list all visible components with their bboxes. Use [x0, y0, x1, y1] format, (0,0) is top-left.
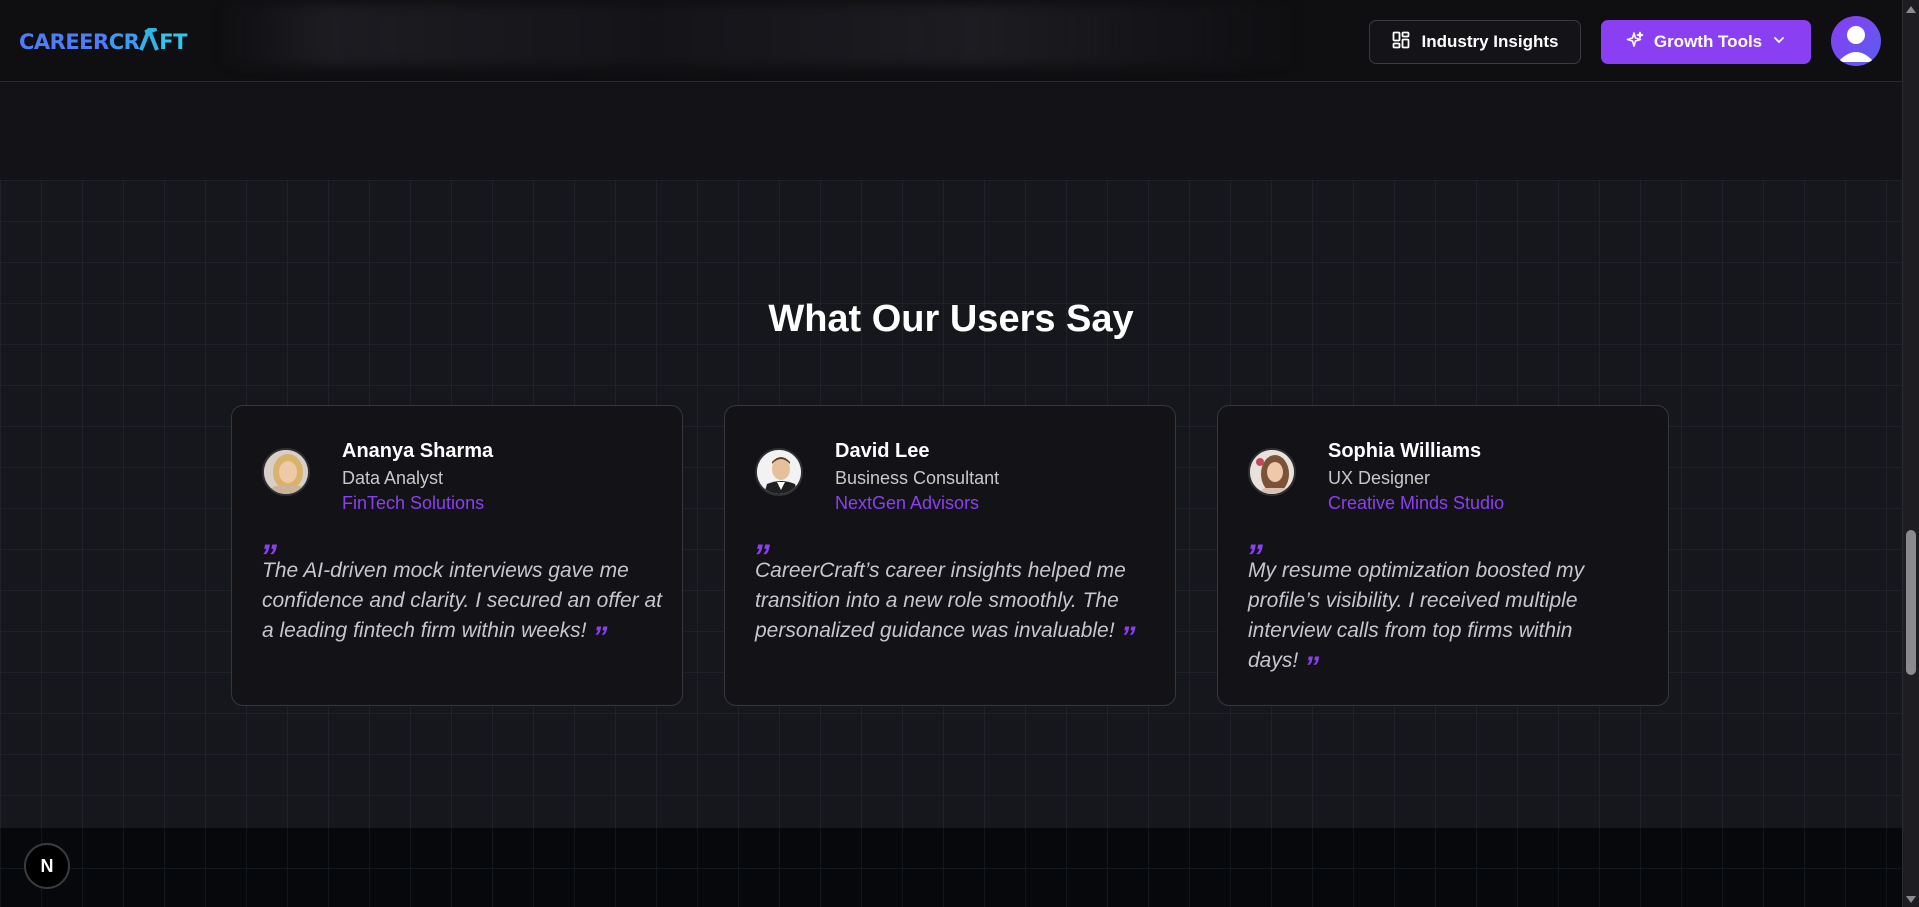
- user-photo: [755, 448, 803, 496]
- user-name: Ananya Sharma: [342, 440, 494, 462]
- sparkles-icon: [1626, 31, 1644, 54]
- user-role: UX Designer: [1328, 468, 1431, 488]
- dev-tools-badge-label: N: [40, 855, 54, 876]
- close-quote-icon: ”: [1120, 621, 1136, 654]
- dashboard-grid-icon: [1392, 31, 1410, 54]
- close-quote-icon: ”: [592, 621, 608, 654]
- dev-tools-badge[interactable]: N: [24, 843, 70, 889]
- user-role: Business Consultant: [835, 468, 1000, 488]
- logo-text-career: CAREER: [19, 30, 109, 54]
- growth-tools-label: Growth Tools: [1653, 32, 1763, 51]
- testimonial-card: David Lee Business Consultant NextGen Ad…: [724, 405, 1176, 706]
- user-role: Data Analyst: [342, 468, 444, 488]
- page: What Our Users Say Ananya Sharma Data An…: [0, 0, 1919, 907]
- user-company: NextGen Advisors: [835, 493, 980, 513]
- page-scrollbar[interactable]: [1902, 0, 1919, 907]
- testimonial-card: Ananya Sharma Data Analyst FinTech Solut…: [231, 405, 683, 706]
- industry-insights-label: Industry Insights: [1421, 32, 1559, 51]
- user-company: FinTech Solutions: [342, 493, 485, 513]
- scroll-down-arrow-icon[interactable]: [1906, 896, 1916, 903]
- user-name: Sophia Williams: [1328, 440, 1482, 462]
- testimonial-quote: My resume optimization boosted my profil…: [1248, 556, 1648, 683]
- user-avatar-icon[interactable]: [1831, 16, 1881, 66]
- logo-text-cr: CR: [108, 30, 140, 54]
- header-backdrop: [220, 4, 1300, 66]
- industry-insights-button[interactable]: Industry Insights: [1369, 20, 1581, 64]
- brand-logo[interactable]: CAREER CR FT: [19, 22, 187, 62]
- user-company: Creative Minds Studio: [1328, 493, 1505, 513]
- testimonial-quote: CareerCraft’s career insights helped me …: [755, 556, 1155, 653]
- testimonial-card: Sophia Williams UX Designer Creative Min…: [1217, 405, 1669, 706]
- quote-body: My resume optimization boosted my profil…: [1248, 559, 1585, 672]
- user-photo: [1248, 448, 1296, 496]
- logo-text-ft: FT: [159, 30, 187, 54]
- user-name: David Lee: [835, 440, 930, 462]
- top-navbar: CAREER CR FT Industry Insights Growth To…: [0, 0, 1902, 82]
- user-photo: [262, 448, 310, 496]
- hammer-icon: [139, 26, 160, 51]
- testimonial-quote: The AI-driven mock interviews gave me co…: [262, 556, 662, 653]
- chevron-down-icon: [1772, 32, 1786, 52]
- footer-section: [0, 827, 1902, 907]
- section-title: What Our Users Say: [768, 298, 1134, 340]
- scrollbar-thumb[interactable]: [1906, 530, 1916, 675]
- growth-tools-dropdown[interactable]: Growth Tools: [1601, 20, 1811, 64]
- scroll-up-arrow-icon[interactable]: [1906, 6, 1916, 13]
- top-section-background: [0, 82, 1902, 180]
- quote-body: CareerCraft’s career insights helped me …: [755, 559, 1126, 642]
- close-quote-icon: ”: [1304, 651, 1320, 684]
